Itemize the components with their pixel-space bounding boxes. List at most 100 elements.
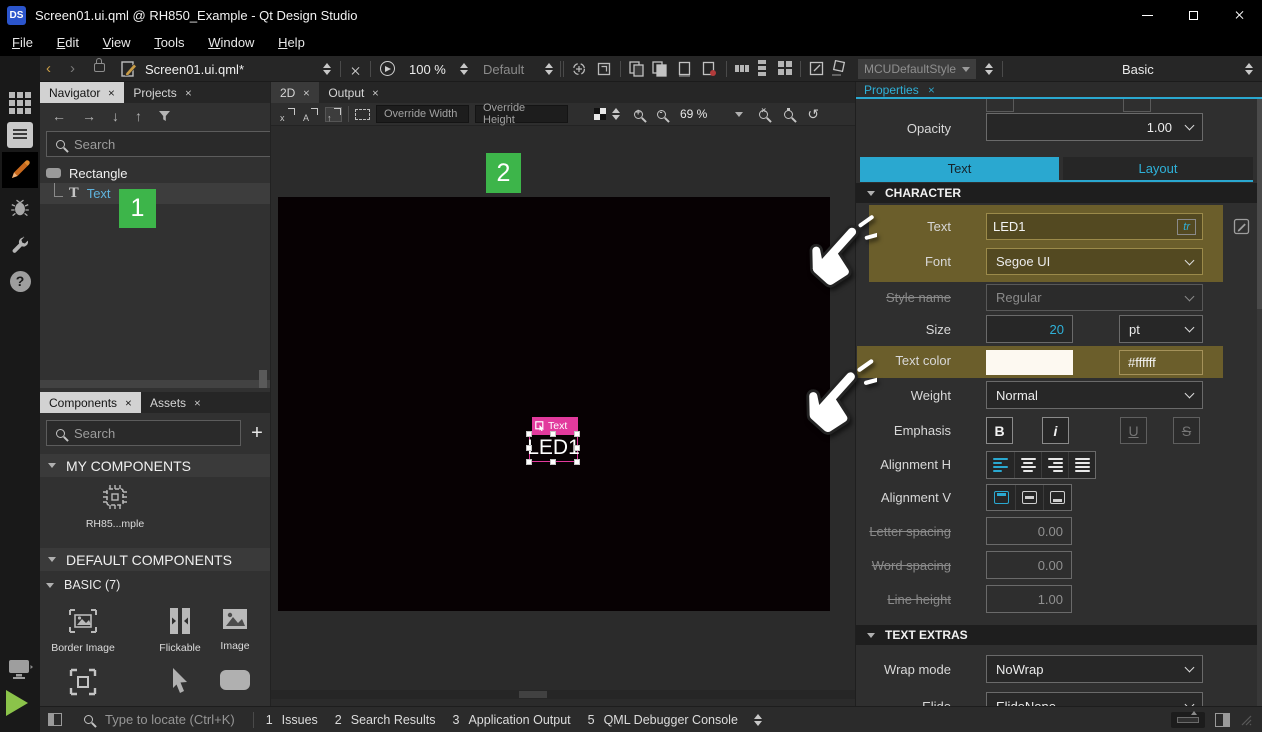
- navigator-search[interactable]: Search: [46, 131, 274, 157]
- output-pane-qml-debugger[interactable]: 5 QML Debugger Console: [588, 713, 738, 727]
- style-spinner[interactable]: [985, 63, 993, 75]
- tab-navigator[interactable]: Navigator: [40, 82, 124, 103]
- workspace-selector[interactable]: Basic: [1122, 62, 1154, 77]
- show-item-text-icon[interactable]: A: [302, 107, 319, 122]
- edit-component-icon[interactable]: [676, 60, 693, 77]
- align-center-button[interactable]: [1014, 452, 1041, 478]
- move-up-icon[interactable]: ↑: [135, 108, 142, 124]
- create-component-icon[interactable]: [628, 60, 645, 77]
- minimize-button[interactable]: [1124, 0, 1170, 30]
- tab-layout-properties[interactable]: Layout: [1063, 157, 1253, 180]
- canvas-hscrollbar-thumb[interactable]: [519, 691, 547, 698]
- size-unit-dropdown[interactable]: pt: [1119, 315, 1203, 343]
- toggle-right-sidebar-icon[interactable]: [1215, 713, 1230, 727]
- style-name-dropdown[interactable]: Regular: [986, 284, 1203, 311]
- tab-properties-close-icon[interactable]: [928, 86, 934, 92]
- output-pane-application-output[interactable]: 3 Application Output: [453, 713, 571, 727]
- tab-properties[interactable]: Properties: [856, 82, 943, 97]
- show-bounds-icon[interactable]: x: [279, 107, 296, 122]
- debug-mode-icon[interactable]: [7, 195, 33, 221]
- tab-projects[interactable]: Projects: [124, 82, 200, 103]
- kit-selector[interactable]: Default: [483, 62, 524, 77]
- move-right-icon[interactable]: →: [82, 108, 96, 124]
- create-component-filled-icon[interactable]: [651, 60, 668, 77]
- align-justify-button[interactable]: [1068, 452, 1095, 478]
- section-character[interactable]: CHARACTER: [856, 183, 1262, 203]
- grid-view-icon[interactable]: [777, 60, 793, 76]
- always-show-icon[interactable]: ↑: [325, 107, 342, 122]
- workspace-spinner[interactable]: [1245, 63, 1253, 75]
- edit-mode-icon[interactable]: [7, 122, 33, 148]
- rotate-item-icon[interactable]: [830, 60, 847, 77]
- tab-output-close-icon[interactable]: [372, 89, 378, 95]
- columns-view-icon[interactable]: [734, 61, 750, 76]
- menu-edit[interactable]: Edit: [47, 30, 89, 56]
- text-color-swatch[interactable]: [986, 350, 1073, 375]
- properties-scrollbar[interactable]: [1257, 99, 1262, 706]
- tab-assets[interactable]: Assets: [141, 392, 210, 413]
- align-top-button[interactable]: [987, 485, 1015, 510]
- text-color-hex-input[interactable]: #ffffff: [1119, 350, 1203, 375]
- current-document-selector[interactable]: Screen01.ui.qml*: [145, 62, 244, 77]
- background-checker-icon[interactable]: [594, 108, 606, 120]
- filter-icon[interactable]: [158, 110, 171, 122]
- toggle-left-sidebar-icon[interactable]: [48, 713, 62, 726]
- move-left-icon[interactable]: ←: [52, 108, 66, 124]
- style-selector-dropdown[interactable]: MCUDefaultStyle: [858, 59, 976, 79]
- rows-view-icon[interactable]: [756, 59, 768, 77]
- override-height-input[interactable]: Override Height: [475, 105, 568, 123]
- component-border-image[interactable]: Border Image: [51, 606, 115, 654]
- close-button[interactable]: [1216, 0, 1262, 30]
- component-image[interactable]: Image: [203, 606, 267, 652]
- snap-marquee-icon[interactable]: [355, 109, 370, 120]
- reset-view-icon[interactable]: ↺: [807, 108, 819, 120]
- selection-handle[interactable]: [550, 431, 556, 437]
- translate-button[interactable]: tr: [1177, 219, 1196, 235]
- properties-scrollbar-thumb[interactable]: [1257, 99, 1262, 309]
- add-module-button[interactable]: +: [247, 422, 267, 444]
- background-spinner[interactable]: [612, 108, 620, 120]
- forward-button[interactable]: ›: [70, 61, 75, 76]
- menu-file[interactable]: File: [2, 30, 43, 56]
- weight-dropdown[interactable]: Normal: [986, 381, 1203, 409]
- kit-selector-monitor-icon[interactable]: [7, 656, 33, 682]
- align-bottom-button[interactable]: [1043, 485, 1071, 510]
- output-pane-search-results[interactable]: 2 Search Results: [335, 713, 436, 727]
- menu-view[interactable]: View: [93, 30, 141, 56]
- tab-2d[interactable]: 2D: [271, 82, 319, 103]
- zoom-dropdown-icon[interactable]: [735, 112, 743, 117]
- canvas-surface[interactable]: Text LED1: [271, 126, 856, 690]
- menu-tools[interactable]: Tools: [144, 30, 194, 56]
- back-button[interactable]: ‹: [46, 61, 51, 76]
- design-mode-active-icon[interactable]: [2, 152, 38, 188]
- preview-zoom-spinner[interactable]: [460, 63, 468, 75]
- menu-help[interactable]: Help: [268, 30, 315, 56]
- zoom-out-icon[interactable]: -: [657, 110, 666, 119]
- underline-button[interactable]: U: [1120, 417, 1147, 444]
- zoom-fit-icon[interactable]: ×: [759, 110, 768, 119]
- bold-button[interactable]: B: [986, 417, 1013, 444]
- override-width-input[interactable]: Override Width: [376, 105, 469, 123]
- tab-components[interactable]: Components: [40, 392, 141, 413]
- section-text-extras[interactable]: TEXT EXTRAS: [856, 625, 1262, 645]
- component-item-frame[interactable]: [51, 666, 115, 704]
- edit-document-icon[interactable]: [120, 60, 138, 78]
- components-search[interactable]: Search: [46, 420, 241, 446]
- selection-handle[interactable]: [574, 431, 580, 437]
- document-spinner[interactable]: [323, 63, 331, 75]
- tree-item-rectangle[interactable]: Rectangle: [40, 163, 270, 183]
- section-default-components[interactable]: DEFAULT COMPONENTS: [40, 548, 270, 571]
- tab-components-close-icon[interactable]: [125, 399, 131, 405]
- italic-button[interactable]: i: [1042, 417, 1069, 444]
- wrap-mode-dropdown[interactable]: NoWrap: [986, 655, 1203, 683]
- zoom-in-icon[interactable]: +: [634, 110, 643, 119]
- navigator-scrollbar[interactable]: [259, 370, 267, 388]
- menu-window[interactable]: Window: [198, 30, 264, 56]
- tab-navigator-close-icon[interactable]: [108, 89, 114, 95]
- letter-spacing-input[interactable]: 0.00: [986, 517, 1072, 545]
- close-document-icon[interactable]: [350, 66, 360, 76]
- run-preview-icon[interactable]: [380, 61, 395, 76]
- kit-spinner[interactable]: [545, 63, 553, 75]
- line-height-input[interactable]: 1.00: [986, 585, 1072, 613]
- canvas-hscrollbar[interactable]: [271, 690, 856, 699]
